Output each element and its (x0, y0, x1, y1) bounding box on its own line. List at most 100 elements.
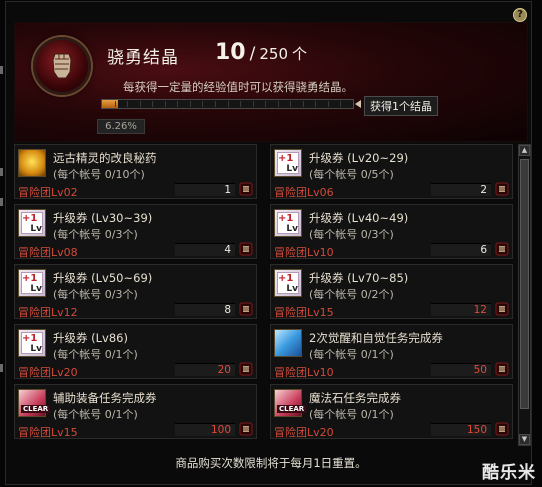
awakening-ticket-icon[interactable] (274, 329, 302, 357)
item-purchase-limit: (每个帐号 0/10个) (53, 168, 145, 181)
item-price-box: 2 (431, 183, 491, 196)
item-price: 20 (217, 364, 231, 376)
shop-item[interactable]: +1 Lv 升级券 (Lv20~29) (每个帐号 0/5个) 冒险团Lv06 2 (270, 144, 513, 199)
item-price: 12 (473, 304, 487, 316)
progress-tick (240, 101, 242, 107)
item-purchase-limit: (每个帐号 0/1个) (53, 408, 138, 421)
progress-tick (265, 101, 267, 107)
item-required-level: 冒险团Lv12 (18, 306, 78, 319)
item-name: 升级券 (Lv86) (53, 331, 128, 345)
shop-item[interactable]: 2次觉醒和自觉任务完成券 (每个帐号 0/1个) 冒险团Lv10 50 (270, 324, 513, 379)
lv-label: Lv (286, 284, 298, 294)
level-up-ticket-icon[interactable]: +1 Lv (18, 209, 46, 237)
item-required-level: 冒险团Lv20 (274, 426, 334, 439)
plus-one-label: +1 (278, 153, 294, 164)
item-list-scrollbar[interactable]: ▲ ▼ (518, 144, 531, 446)
crystal-currency-icon (239, 422, 253, 436)
item-purchase-limit: (每个帐号 0/5个) (309, 168, 394, 181)
reset-notice: 商品购买次数限制将于每月1日重置。 (175, 456, 367, 470)
shop-item[interactable]: +1 Lv 升级券 (Lv86) (每个帐号 0/1个) 冒险团Lv20 20 (14, 324, 257, 379)
item-purchase-limit: (每个帐号 0/3个) (53, 288, 138, 301)
left-edge-marks (0, 0, 4, 487)
item-purchase-limit: (每个帐号 0/1个) (309, 408, 394, 421)
item-required-level: 冒险团Lv15 (274, 306, 334, 319)
plus-one-label: +1 (278, 213, 294, 224)
progress-tick (340, 101, 342, 107)
item-price-box: 4 (175, 243, 235, 256)
help-button[interactable]: ? (513, 8, 527, 22)
item-required-level: 冒险团Lv06 (274, 186, 334, 199)
item-required-level: 冒险团Lv20 (18, 366, 78, 379)
crystal-currency-icon (495, 242, 509, 256)
plus-one-label: +1 (22, 213, 38, 224)
progress-tick (252, 101, 254, 107)
item-purchase-limit: (每个帐号 0/1个) (309, 348, 394, 361)
crystal-header: 骁勇结晶 10/250 个 每获得一定量的经验值时可以获得骁勇结晶。 获得1个结晶… (14, 22, 528, 142)
item-purchase-limit: (每个帐号 0/1个) (53, 348, 138, 361)
shop-item[interactable]: +1 Lv 升级券 (Lv30~39) (每个帐号 0/3个) 冒险团Lv08 4 (14, 204, 257, 259)
item-purchase-limit: (每个帐号 0/3个) (309, 228, 394, 241)
item-name: 升级券 (Lv20~29) (309, 151, 409, 165)
plus-one-label: +1 (22, 273, 38, 284)
plus-one-label: +1 (278, 273, 294, 284)
item-name: 升级券 (Lv70~85) (309, 271, 409, 285)
shop-item[interactable]: +1 Lv 升级券 (Lv40~49) (每个帐号 0/3个) 冒险团Lv10 6 (270, 204, 513, 259)
progress-tip: 获得1个结晶 (364, 96, 438, 116)
item-name: 辅助装备任务完成券 (53, 391, 157, 405)
item-price-box: 8 (175, 303, 235, 316)
crystal-shop-window: ? 骁勇结晶 10/250 个 每获得一定量的经验值时可以获得骁勇结晶。 获得1个… (5, 1, 532, 485)
item-price: 50 (473, 364, 487, 376)
shop-item[interactable]: CLEAR 辅助装备任务完成券 (每个帐号 0/1个) 冒险团Lv15 100 (14, 384, 257, 439)
item-name: 升级券 (Lv50~69) (53, 271, 153, 285)
progress-tick (277, 101, 279, 107)
level-up-ticket-icon[interactable]: +1 Lv (18, 329, 46, 357)
crystal-current: 10 (215, 40, 246, 65)
shop-item[interactable]: +1 Lv 升级券 (Lv50~69) (每个帐号 0/3个) 冒险团Lv12 8 (14, 264, 257, 319)
item-price: 4 (224, 244, 231, 256)
progress-tick (327, 101, 329, 107)
clear-ticket-icon[interactable]: CLEAR (274, 389, 307, 417)
progress-pointer-icon (355, 100, 361, 108)
level-up-ticket-icon[interactable]: +1 Lv (274, 269, 302, 297)
shop-item[interactable]: 远古精灵的改良秘药 (每个帐号 0/10个) 冒险团Lv02 1 (14, 144, 257, 199)
progress-tick (315, 101, 317, 107)
crystal-currency-icon (495, 182, 509, 196)
level-up-ticket-icon[interactable]: +1 Lv (274, 209, 302, 237)
scroll-thumb[interactable] (520, 159, 529, 409)
progress-tick (139, 101, 141, 107)
level-up-ticket-icon[interactable]: +1 Lv (18, 269, 46, 297)
scroll-up-button[interactable]: ▲ (519, 145, 530, 156)
scroll-down-button[interactable]: ▼ (519, 434, 530, 445)
item-required-level: 冒险团Lv08 (18, 246, 78, 259)
item-name: 魔法石任务完成券 (309, 391, 401, 405)
lv-label: Lv (30, 224, 42, 234)
item-purchase-limit: (每个帐号 0/2个) (309, 288, 394, 301)
progress-tick (189, 101, 191, 107)
level-up-ticket-icon[interactable]: +1 Lv (274, 149, 302, 177)
progress-tick (152, 101, 154, 107)
item-required-level: 冒险团Lv15 (18, 426, 78, 439)
progress-tick (127, 101, 129, 107)
progress-tick (290, 101, 292, 107)
progress-tick (202, 101, 204, 107)
progress-tick (164, 101, 166, 107)
item-price: 1 (224, 184, 231, 196)
clear-label: CLEAR (277, 405, 307, 413)
item-price: 6 (480, 244, 487, 256)
shop-item[interactable]: CLEAR 魔法石任务完成券 (每个帐号 0/1个) 冒险团Lv20 150 (270, 384, 513, 439)
watermark: 酷乐米 (482, 463, 536, 483)
shop-item[interactable]: +1 Lv 升级券 (Lv70~85) (每个帐号 0/2个) 冒险团Lv15 12 (270, 264, 513, 319)
item-name: 升级券 (Lv30~39) (53, 211, 153, 225)
item-price-box: 150 (431, 423, 491, 436)
item-price-box: 12 (431, 303, 491, 316)
crystal-max: 250 (259, 45, 288, 63)
crystal-currency-icon (239, 242, 253, 256)
progress-tick (214, 101, 216, 107)
crystal-title: 骁勇结晶 (107, 48, 179, 68)
clear-ticket-icon[interactable]: CLEAR (18, 389, 51, 417)
crystal-unit: 个 (292, 45, 308, 63)
lv-label: Lv (286, 224, 298, 234)
potion-icon[interactable] (18, 149, 46, 177)
crystal-currency-icon (495, 362, 509, 376)
item-required-level: 冒险团Lv02 (18, 186, 78, 199)
